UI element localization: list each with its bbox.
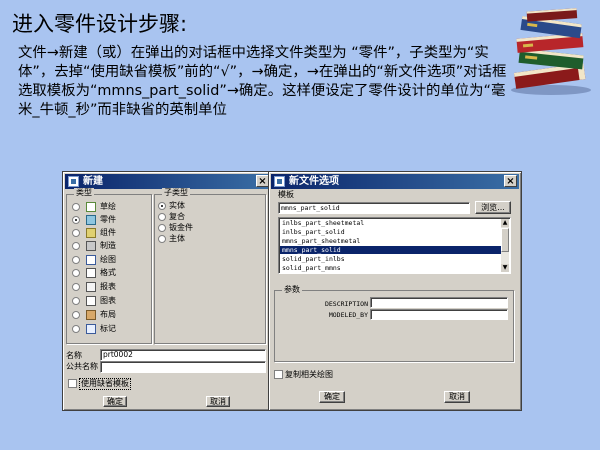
- common-name-field[interactable]: [100, 361, 266, 373]
- copy-drawings-checkbox[interactable]: [274, 370, 283, 379]
- subtype-group-label: 子类型: [162, 188, 190, 198]
- radio-button-selected[interactable]: [72, 216, 80, 224]
- new-dialog-titlebar[interactable]: 新建 ×: [65, 174, 271, 189]
- list-scrollbar[interactable]: ▲ ▼: [501, 219, 509, 272]
- name-value: prt0002: [103, 350, 133, 359]
- part-icon: [86, 215, 96, 225]
- use-default-template-label: 使用缺省模板: [79, 378, 131, 390]
- type-label: 图表: [100, 296, 116, 305]
- type-label: 布局: [100, 310, 116, 319]
- radio-button[interactable]: [72, 229, 80, 237]
- type-label: 绘图: [100, 255, 116, 264]
- radio-button[interactable]: [72, 325, 80, 333]
- new-dialog-title: 新建: [83, 176, 103, 187]
- template-label: 模板: [278, 190, 294, 199]
- param-name-description: DESCRIPTION: [324, 300, 368, 308]
- sketch-icon: [86, 202, 96, 212]
- param-name-modeled-by: MODELED_BY: [328, 311, 368, 319]
- window-icon: [68, 176, 79, 187]
- template-list-item[interactable]: solid_part_mmns: [280, 264, 501, 272]
- layout-icon: [86, 310, 96, 320]
- close-button[interactable]: ×: [504, 175, 517, 187]
- type-label: 格式: [100, 268, 116, 277]
- report-icon: [86, 282, 96, 292]
- template-list-item[interactable]: inlbs_part_sheetmetal: [280, 219, 501, 227]
- common-name-label: 公共名称: [66, 362, 98, 371]
- param-value-description[interactable]: [370, 297, 508, 308]
- cancel-button[interactable]: 取消: [206, 396, 230, 407]
- subtype-label: 钣金件: [169, 223, 193, 232]
- type-label: 组件: [100, 228, 116, 237]
- subtype-label: 主体: [169, 234, 185, 243]
- template-list-item[interactable]: inlbs_part_solid: [280, 228, 501, 236]
- radio-button[interactable]: [158, 213, 166, 221]
- type-label: 标记: [100, 324, 116, 333]
- radio-button[interactable]: [72, 269, 80, 277]
- param-value-modeled-by[interactable]: [370, 309, 508, 320]
- radio-button[interactable]: [158, 224, 166, 232]
- radio-button[interactable]: [72, 256, 80, 264]
- template-value: mmns_part_solid: [281, 204, 340, 212]
- options-dialog-title: 新文件选项: [289, 176, 339, 187]
- name-label: 名称: [66, 351, 82, 360]
- template-field[interactable]: mmns_part_solid: [278, 202, 470, 214]
- scroll-down-arrow-icon[interactable]: ▼: [501, 264, 509, 272]
- subtype-label: 复合: [169, 212, 185, 221]
- scroll-up-arrow-icon[interactable]: ▲: [501, 219, 509, 227]
- radio-button[interactable]: [72, 297, 80, 305]
- radio-button[interactable]: [72, 311, 80, 319]
- use-default-template-checkbox[interactable]: [68, 379, 77, 388]
- slide-body-text: 文件→新建（或）在弹出的对话框中选择文件类型为 “零件”，子类型为“实体”，去掉…: [18, 45, 507, 118]
- drawing-icon: [86, 255, 96, 265]
- radio-button[interactable]: [158, 235, 166, 243]
- diagram-icon: [86, 296, 96, 306]
- subtype-label: 实体: [169, 201, 185, 210]
- template-list[interactable]: inlbs_part_sheetmetal inlbs_part_solid m…: [278, 217, 511, 274]
- ok-button[interactable]: 确定: [103, 396, 127, 407]
- browse-button[interactable]: 浏览...: [475, 201, 511, 214]
- name-field[interactable]: prt0002: [100, 349, 266, 361]
- parameters-label: 参数: [282, 285, 302, 295]
- type-group-label: 类型: [74, 188, 94, 198]
- template-list-item[interactable]: mmns_part_sheetmetal: [280, 237, 501, 245]
- type-label: 制造: [100, 241, 116, 250]
- manufacturing-icon: [86, 241, 96, 251]
- radio-button-selected[interactable]: [158, 202, 166, 210]
- markup-icon: [86, 324, 96, 334]
- type-label: 零件: [100, 215, 116, 224]
- radio-button[interactable]: [72, 283, 80, 291]
- slide-title: 进入零件设计步骤:: [12, 12, 188, 36]
- options-dialog-titlebar[interactable]: 新文件选项 ×: [271, 174, 519, 189]
- type-label: 草绘: [100, 202, 116, 211]
- template-list-item-selected[interactable]: mmns_part_solid: [280, 246, 501, 254]
- window-icon: [274, 176, 285, 187]
- books-icon: [511, 8, 591, 95]
- ok-button[interactable]: 确定: [319, 391, 345, 403]
- radio-button[interactable]: [72, 203, 80, 211]
- format-icon: [86, 268, 96, 278]
- copy-drawings-label: 复制相关绘图: [285, 370, 333, 379]
- assembly-icon: [86, 228, 96, 238]
- scroll-thumb[interactable]: [501, 228, 509, 252]
- cancel-button[interactable]: 取消: [444, 391, 470, 403]
- radio-button[interactable]: [72, 242, 80, 250]
- template-list-item[interactable]: solid_part_inlbs: [280, 255, 501, 263]
- type-label: 报表: [100, 282, 116, 291]
